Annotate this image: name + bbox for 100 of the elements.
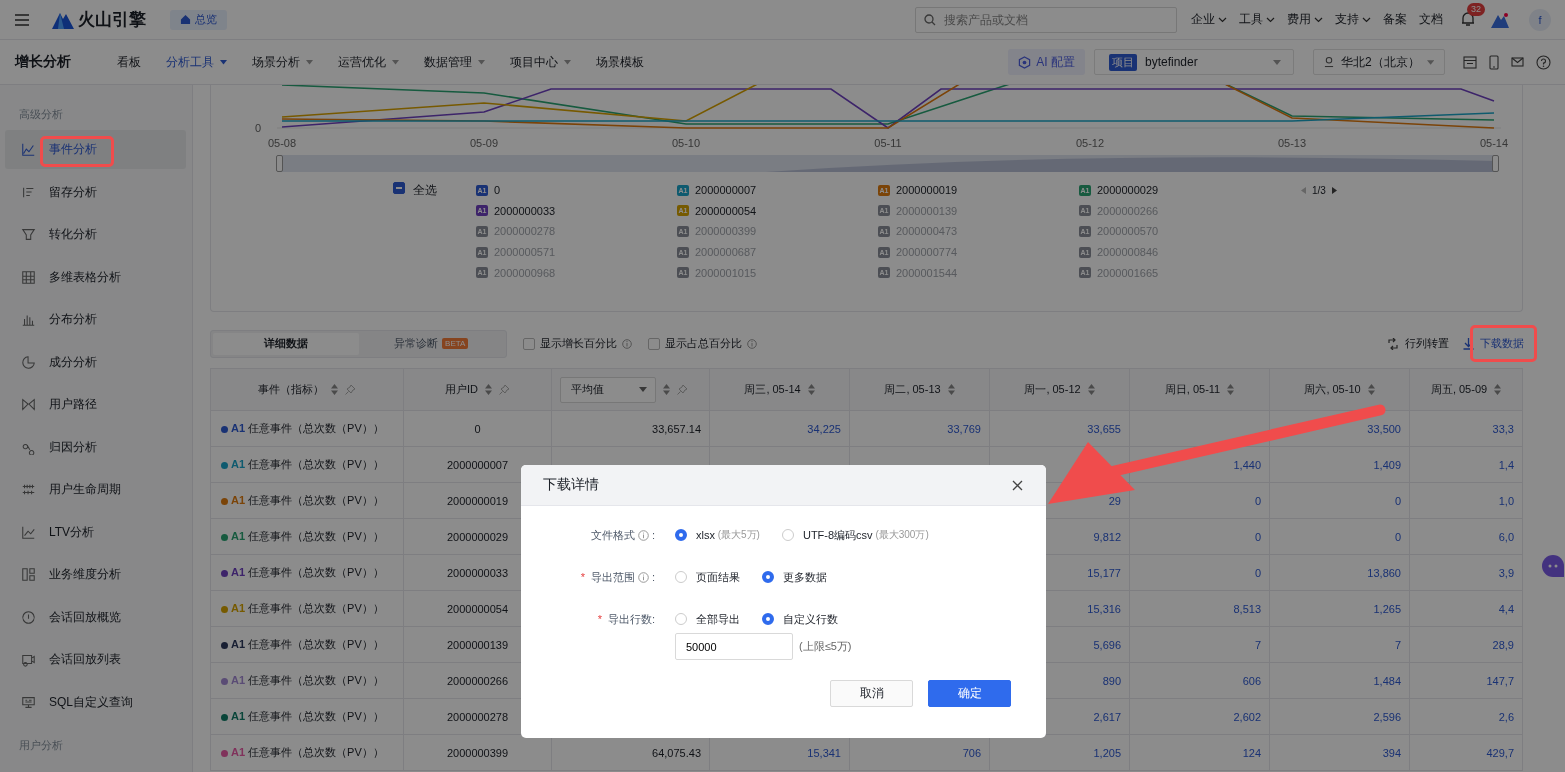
axis-label: 05-10 <box>671 137 701 149</box>
previous-page-icon[interactable] <box>1301 186 1306 194</box>
top-menu-item[interactable]: 企业 <box>1191 11 1227 28</box>
table-cell: 1,4 <box>1409 446 1523 483</box>
sort-icon[interactable] <box>1367 384 1375 395</box>
column-header[interactable]: 周三, 05-14 <box>709 368 850 411</box>
next-page-icon[interactable] <box>1331 186 1337 194</box>
info-icon[interactable] <box>637 529 649 541</box>
sort-icon[interactable] <box>331 384 338 395</box>
sidebar-item[interactable]: 成分分析 <box>5 342 186 382</box>
pin-icon[interactable] <box>345 384 356 395</box>
slider-handle[interactable] <box>1492 155 1499 172</box>
column-header[interactable]: 用户ID <box>403 368 552 411</box>
home-button[interactable]: 总览 <box>170 9 227 30</box>
table-cell: 124 <box>1129 734 1270 771</box>
sort-icon[interactable] <box>807 384 815 395</box>
transpose-button[interactable]: 行列转置 <box>1387 336 1449 351</box>
top-menu-item[interactable]: 工具 <box>1239 11 1275 28</box>
menu-item-icon <box>21 482 36 497</box>
nav-tab[interactable]: 场景分析 <box>252 53 313 71</box>
sidebar-item[interactable]: 用户生命周期 <box>5 470 186 509</box>
sidebar-item[interactable]: SQL自定义查询 <box>5 682 186 722</box>
option-checkbox[interactable]: 显示占总百分比 <box>648 336 757 351</box>
radio-option[interactable]: UTF-8编码csv (最大300万) <box>781 527 929 543</box>
sidebar-item[interactable]: LTV分析 <box>5 512 186 552</box>
sidebar-item[interactable]: 多维表格分析 <box>5 257 186 297</box>
required-mark: * <box>597 613 602 625</box>
sort-icon[interactable] <box>1087 384 1095 395</box>
user-avatar[interactable]: f <box>1529 8 1551 31</box>
cancel-button[interactable]: 取消 <box>830 680 913 707</box>
slider-handle[interactable] <box>276 155 283 172</box>
sidebar-item[interactable]: 留存分析 <box>5 172 186 212</box>
sidebar-item[interactable]: 业务维度分析 <box>5 555 186 594</box>
sort-icon[interactable] <box>1494 384 1502 395</box>
view-tab[interactable]: 异常诊断 BETA <box>358 332 504 355</box>
column-header[interactable]: 周二, 05-13 <box>849 368 990 411</box>
ai-config-button[interactable]: AI 配置 <box>1008 49 1085 75</box>
range-slider[interactable] <box>279 155 1496 172</box>
product-title: 增长分析 <box>15 53 72 71</box>
project-name: bytefinder <box>1145 55 1199 69</box>
menu-icon[interactable] <box>14 12 30 27</box>
nav-tab[interactable]: 分析工具 <box>166 53 227 71</box>
chevron-icon <box>1266 16 1275 23</box>
info-icon[interactable] <box>622 338 632 349</box>
column-header[interactable]: 平均值 <box>551 368 710 411</box>
sidebar-item[interactable]: 用户路径 <box>5 385 186 424</box>
sidebar-item[interactable]: 会话回放概览 <box>5 597 186 637</box>
column-header[interactable]: 周五, 05-09 <box>1409 368 1523 411</box>
radio-option[interactable]: 全部导出 <box>675 611 740 627</box>
nav-tab[interactable]: 看板 <box>117 53 141 71</box>
top-menu-item[interactable]: 费用 <box>1287 11 1323 28</box>
info-icon[interactable] <box>747 338 757 349</box>
top-menu-item[interactable]: 支持 <box>1335 11 1371 28</box>
sidebar-item[interactable]: 分布分析 <box>5 300 186 339</box>
assistant-icon[interactable] <box>1541 554 1565 578</box>
bell-icon[interactable] <box>1461 12 1475 27</box>
top-menu-item[interactable]: 备案 <box>1383 11 1407 28</box>
sidebar-item[interactable]: 转化分析 <box>5 215 186 254</box>
label-colon: : <box>651 571 655 583</box>
region-select[interactable]: 华北2（北京） <box>1313 49 1445 75</box>
radio-option[interactable]: 更多数据 <box>762 569 827 585</box>
info-icon[interactable] <box>637 571 649 583</box>
top-menu-item[interactable]: 文档 <box>1419 11 1443 28</box>
mail-icon[interactable] <box>1511 57 1524 67</box>
row-count-field[interactable]: 50000 <box>675 633 793 660</box>
pin-icon[interactable] <box>676 384 688 395</box>
select-all-checkbox[interactable]: 全选 <box>393 182 476 198</box>
download-link[interactable]: 下载数据 <box>1463 336 1524 351</box>
sidebar-item[interactable]: 归因分析 <box>5 427 186 467</box>
nav-tab[interactable]: 项目中心 <box>510 53 571 71</box>
project-select[interactable]: 项目 bytefinder <box>1094 49 1294 75</box>
radio-option[interactable]: 页面结果 <box>675 569 740 585</box>
help-icon[interactable] <box>1536 54 1551 70</box>
view-tab[interactable]: 详细数据 <box>213 332 359 355</box>
calendar-icon[interactable] <box>1463 55 1477 69</box>
search-field[interactable]: 搜索产品或文档 <box>915 6 1177 33</box>
chevron-icon <box>1314 16 1323 23</box>
phone-icon[interactable] <box>1489 54 1499 70</box>
sort-icon[interactable] <box>485 384 492 395</box>
table-cell: A1 任意事件（总次数（PV）） <box>210 626 404 663</box>
pin-icon[interactable] <box>499 384 510 395</box>
column-header[interactable]: 周日, 05-11 <box>1129 368 1270 411</box>
aggregate-select[interactable]: 平均值 <box>559 376 656 403</box>
nav-tab[interactable]: 运营优化 <box>338 53 399 71</box>
nav-tab[interactable]: 场景模板 <box>596 53 644 71</box>
mountain-avatar-icon[interactable] <box>1491 11 1509 28</box>
close-icon[interactable] <box>1012 479 1023 491</box>
sort-icon[interactable] <box>1227 384 1235 395</box>
radio-option[interactable]: 自定义行数 <box>762 611 838 627</box>
option-checkbox[interactable]: 显示增长百分比 <box>523 336 632 351</box>
sort-icon[interactable] <box>947 384 955 395</box>
nav-tab[interactable]: 数据管理 <box>424 53 485 71</box>
column-header[interactable]: 周一, 05-12 <box>989 368 1130 411</box>
sort-icon[interactable] <box>662 384 670 395</box>
sidebar-item[interactable]: 会话回放列表 <box>5 640 186 679</box>
column-header[interactable]: 周六, 05-10 <box>1269 368 1410 411</box>
sidebar-item[interactable]: 事件分析 <box>5 130 186 169</box>
column-header[interactable]: 事件（指标） <box>210 368 404 411</box>
confirm-button[interactable]: 确定 <box>928 680 1011 707</box>
radio-option[interactable]: xlsx (最大5万) <box>675 528 760 542</box>
